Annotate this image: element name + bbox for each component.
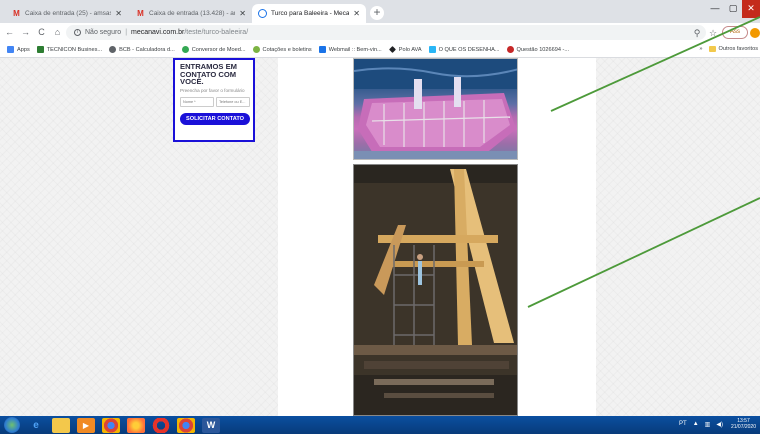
address-host: mecanavi.com.br <box>131 29 185 36</box>
bookmark-label: Polo AVA <box>398 46 422 53</box>
webmail-icon <box>318 46 326 53</box>
questao-icon <box>506 46 514 53</box>
tecnicon-icon <box>36 46 44 53</box>
page-viewport: ENTRAMOS EM CONTATO COM VOCÊ. Preencha p… <box>0 58 760 416</box>
tab-turco-baleeira[interactable]: Turco para Baleeira - Mecanavi ✕ <box>252 4 366 23</box>
browser-tab-strip: M Caixa de entrada (25) - amsasar ✕ M Ca… <box>0 0 760 23</box>
bookmark-label: Webmail :: Bem-vin... <box>328 46 382 53</box>
bookmark-desenha[interactable]: O QUE OS DESENHA... <box>428 46 500 53</box>
bookmark-label: Questão 1026694 -... <box>516 46 570 53</box>
close-tab-icon[interactable]: ✕ <box>115 9 122 18</box>
close-tab-icon[interactable]: ✕ <box>239 9 246 18</box>
windows-taskbar: e ▶ W PT ▲ ▥ ◀) 13:57 21/07/2020 <box>0 416 760 434</box>
contact-form-title: ENTRAMOS EM CONTATO COM VOCÊ. <box>180 62 237 87</box>
info-icon[interactable]: i <box>74 29 81 36</box>
bookmark-questao[interactable]: Questão 1026694 -... <box>506 46 570 53</box>
polo-ava-icon <box>388 46 396 53</box>
bcb-icon <box>109 46 117 53</box>
conversor-icon <box>181 46 189 53</box>
globe-icon <box>258 9 267 18</box>
contact-form-subtitle: Preencha por favor o formulário <box>180 87 245 93</box>
explorer-folder-icon[interactable] <box>52 417 70 433</box>
contact-form: ENTRAMOS EM CONTATO COM VOCÊ. Preencha p… <box>173 58 255 142</box>
zoom-icon[interactable]: ⚲ <box>690 26 704 40</box>
cotacoes-icon <box>252 46 260 53</box>
tab-label: Turco para Baleeira - Mecanavi <box>271 10 350 17</box>
bookmark-webmail[interactable]: Webmail :: Bem-vin... <box>318 46 382 53</box>
overflow-chevron-icon[interactable]: » <box>699 46 702 52</box>
lifeboat-davit-photo <box>353 58 518 160</box>
request-contact-button[interactable]: SOLICITAR CONTATO <box>180 112 250 125</box>
forward-icon[interactable]: → <box>19 26 32 39</box>
opera-icon[interactable] <box>152 417 170 433</box>
bookmark-label: O QUE OS DESENHA... <box>438 46 500 53</box>
minimize-button[interactable]: — <box>706 0 724 18</box>
other-bookmarks-label: Outros favoritos <box>718 46 758 52</box>
bookmark-polo-ava[interactable]: Polo AVA <box>388 46 422 53</box>
tray-expand-icon[interactable]: ▲ <box>693 421 699 427</box>
other-bookmarks[interactable]: » Outros favoritos <box>699 46 758 52</box>
bookmark-label: Conversor de Moed... <box>191 46 246 53</box>
word-icon[interactable]: W <box>202 417 220 433</box>
clock-date: 21/07/2020 <box>730 424 756 430</box>
desenha-icon <box>428 46 436 53</box>
contact-inputs <box>180 96 250 107</box>
tab-gmail-2[interactable]: M Caixa de entrada (13.428) - amsi ✕ <box>130 4 252 23</box>
profile-button[interactable]: Ass <box>722 26 748 39</box>
media-player-icon[interactable]: ▶ <box>77 417 95 433</box>
apps-grid-icon <box>7 46 14 53</box>
folder-icon <box>708 46 716 52</box>
browser-toolbar: ← → C ⌂ i Não seguro | mecanavi.com.br /… <box>0 23 760 42</box>
address-bar[interactable]: i Não seguro | mecanavi.com.br /teste/tu… <box>66 25 706 40</box>
home-icon[interactable]: ⌂ <box>51 26 64 39</box>
gmail-icon: M <box>13 9 20 18</box>
chrome-icon[interactable] <box>177 417 195 433</box>
new-tab-button[interactable]: + <box>370 6 384 20</box>
bookmark-cotacoes[interactable]: Cotações e boletins <box>252 46 312 53</box>
tab-label: Caixa de entrada (13.428) - amsi <box>149 10 236 17</box>
tab-gmail-1[interactable]: M Caixa de entrada (25) - amsasar ✕ <box>6 4 128 23</box>
bookmarks-bar: Apps TECNICON Busines... BCB - Calculado… <box>0 42 760 58</box>
system-tray: PT ▲ ▥ ◀) 13:57 21/07/2020 <box>673 418 756 430</box>
toolbar-actions: ⚲ ☆ Ass <box>690 25 760 40</box>
start-button-icon[interactable] <box>4 417 20 433</box>
close-tab-icon[interactable]: ✕ <box>353 9 360 18</box>
bookmark-star-icon[interactable]: ☆ <box>706 26 720 40</box>
bookmark-apps[interactable]: Apps <box>7 46 30 53</box>
bookmark-label: Cotações e boletins <box>262 46 312 53</box>
wooden-davit-photo <box>353 164 518 416</box>
ie-icon[interactable]: e <box>27 418 45 433</box>
network-icon[interactable]: ▥ <box>705 421 711 428</box>
close-window-button[interactable]: ✕ <box>742 0 760 18</box>
security-label: Não seguro <box>85 29 122 36</box>
gmail-icon: M <box>137 9 144 18</box>
bookmark-tecnicon[interactable]: TECNICON Busines... <box>36 46 103 53</box>
bookmark-conversor[interactable]: Conversor de Moed... <box>181 46 246 53</box>
tab-label: Caixa de entrada (25) - amsasar <box>25 10 112 17</box>
update-icon[interactable] <box>750 27 760 38</box>
phone-email-field[interactable] <box>216 96 250 107</box>
volume-icon[interactable]: ◀) <box>716 421 723 428</box>
chrome-icon[interactable] <box>102 417 120 433</box>
clock[interactable]: 13:57 21/07/2020 <box>731 418 756 430</box>
address-divider: | <box>125 29 128 36</box>
address-path: /teste/turco-baleeira/ <box>184 29 249 36</box>
bookmark-label: BCB - Calculadora d... <box>119 46 175 53</box>
bookmark-bcb[interactable]: BCB - Calculadora d... <box>109 46 175 53</box>
firefox-icon[interactable] <box>127 417 145 433</box>
bookmark-label: Apps <box>17 46 30 53</box>
maximize-button[interactable]: ▢ <box>724 0 742 18</box>
reload-icon[interactable]: C <box>35 26 48 39</box>
davit-photo-drawing <box>354 165 517 415</box>
name-field[interactable] <box>180 96 214 107</box>
back-icon[interactable]: ← <box>3 26 16 39</box>
bookmark-label: TECNICON Busines... <box>46 46 103 53</box>
window-controls: — ▢ ✕ <box>706 0 760 18</box>
lifeboat-photo-drawing <box>354 59 517 159</box>
language-indicator[interactable]: PT <box>679 421 687 427</box>
